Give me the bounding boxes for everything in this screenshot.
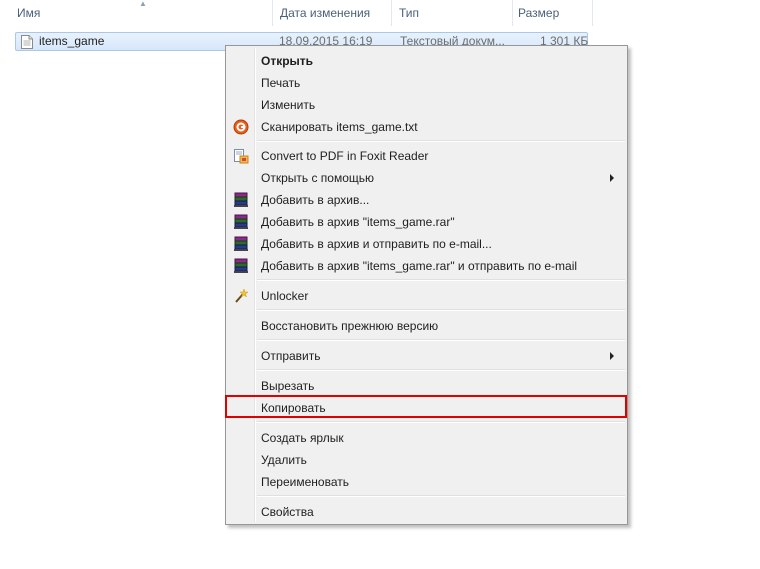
menu-item-edit[interactable]: Изменить bbox=[228, 94, 625, 116]
menu-item-label: Convert to PDF in Foxit Reader bbox=[261, 149, 429, 163]
menu-item-label: Свойства bbox=[261, 505, 314, 519]
submenu-arrow-icon bbox=[610, 174, 614, 182]
column-size-header[interactable]: Размер bbox=[518, 0, 559, 26]
column-divider[interactable] bbox=[391, 0, 392, 26]
column-divider[interactable] bbox=[592, 0, 593, 26]
menu-item-label: Добавить в архив и отправить по e-mail..… bbox=[261, 237, 492, 251]
file-name: items_game bbox=[39, 34, 105, 48]
menu-item-add-rar[interactable]: Добавить в архив "items_game.rar" bbox=[228, 211, 625, 233]
submenu-arrow-icon bbox=[610, 352, 614, 360]
winrar-icon bbox=[234, 214, 248, 229]
menu-item-add-rar-email[interactable]: Добавить в архив "items_game.rar" и отпр… bbox=[228, 255, 625, 277]
menu-item-label: Удалить bbox=[261, 453, 307, 467]
menu-item-label: Добавить в архив "items_game.rar" bbox=[261, 215, 455, 229]
menu-item-label: Открыть с помощью bbox=[261, 171, 375, 185]
menu-item-open[interactable]: Открыть bbox=[228, 50, 625, 72]
menu-separator bbox=[257, 369, 625, 371]
menu-item-cut[interactable]: Вырезать bbox=[228, 375, 625, 397]
menu-item-convert-pdf[interactable]: Convert to PDF in Foxit Reader bbox=[228, 145, 625, 167]
menu-item-label: Восстановить прежнюю версию bbox=[261, 319, 439, 333]
menu-item-label: Добавить в архив... bbox=[261, 193, 370, 207]
menu-separator bbox=[257, 421, 625, 423]
menu-separator bbox=[257, 279, 625, 281]
winrar-icon bbox=[234, 192, 248, 207]
menu-item-create-shortcut[interactable]: Создать ярлык bbox=[228, 427, 625, 449]
menu-item-rename[interactable]: Переименовать bbox=[228, 471, 625, 493]
sort-ascending-icon: ▲ bbox=[139, 0, 147, 8]
context-menu: Открыть Печать Изменить Сканировать item… bbox=[225, 45, 628, 525]
winrar-icon bbox=[234, 258, 248, 273]
menu-separator bbox=[257, 339, 625, 341]
menu-item-scan[interactable]: Сканировать items_game.txt bbox=[228, 116, 625, 138]
menu-item-label: Вырезать bbox=[261, 379, 315, 393]
menu-item-label: Печать bbox=[261, 76, 301, 90]
menu-item-label: Добавить в архив "items_game.rar" и отпр… bbox=[261, 259, 578, 273]
column-name-header[interactable]: Имя bbox=[17, 0, 40, 26]
menu-item-add-archive[interactable]: Добавить в архив... bbox=[228, 189, 625, 211]
column-divider[interactable] bbox=[512, 0, 513, 26]
column-date-header[interactable]: Дата изменения bbox=[280, 0, 370, 26]
copy-highlight-frame bbox=[225, 395, 627, 418]
menu-item-properties[interactable]: Свойства bbox=[228, 501, 625, 523]
menu-item-open-with[interactable]: Открыть с помощью bbox=[228, 167, 625, 189]
menu-item-print[interactable]: Печать bbox=[228, 72, 625, 94]
menu-item-add-archive-email[interactable]: Добавить в архив и отправить по e-mail..… bbox=[228, 233, 625, 255]
menu-item-send-to[interactable]: Отправить bbox=[228, 345, 625, 367]
menu-item-label: Создать ярлык bbox=[261, 431, 344, 445]
menu-item-unlocker[interactable]: Unlocker bbox=[228, 285, 625, 307]
menu-item-label: Переименовать bbox=[261, 475, 349, 489]
text-file-icon bbox=[21, 35, 33, 49]
menu-item-delete[interactable]: Удалить bbox=[228, 449, 625, 471]
menu-item-restore[interactable]: Восстановить прежнюю версию bbox=[228, 315, 625, 337]
menu-separator bbox=[257, 140, 625, 142]
magic-wand-icon bbox=[235, 288, 249, 303]
menu-item-label: Открыть bbox=[261, 54, 314, 68]
winrar-icon bbox=[234, 236, 248, 251]
column-header: ▲ Имя Дата изменения Тип Размер bbox=[0, 0, 760, 26]
column-divider[interactable] bbox=[272, 0, 273, 26]
menu-item-label: Изменить bbox=[261, 98, 316, 112]
column-type-header[interactable]: Тип bbox=[399, 0, 419, 26]
menu-item-label: Отправить bbox=[261, 349, 321, 363]
menu-item-label: Unlocker bbox=[261, 289, 309, 303]
menu-separator bbox=[257, 495, 625, 497]
foxit-pdf-icon bbox=[234, 149, 249, 164]
antivirus-icon bbox=[233, 119, 249, 135]
menu-item-label: Сканировать items_game.txt bbox=[261, 120, 418, 134]
menu-separator bbox=[257, 309, 625, 311]
